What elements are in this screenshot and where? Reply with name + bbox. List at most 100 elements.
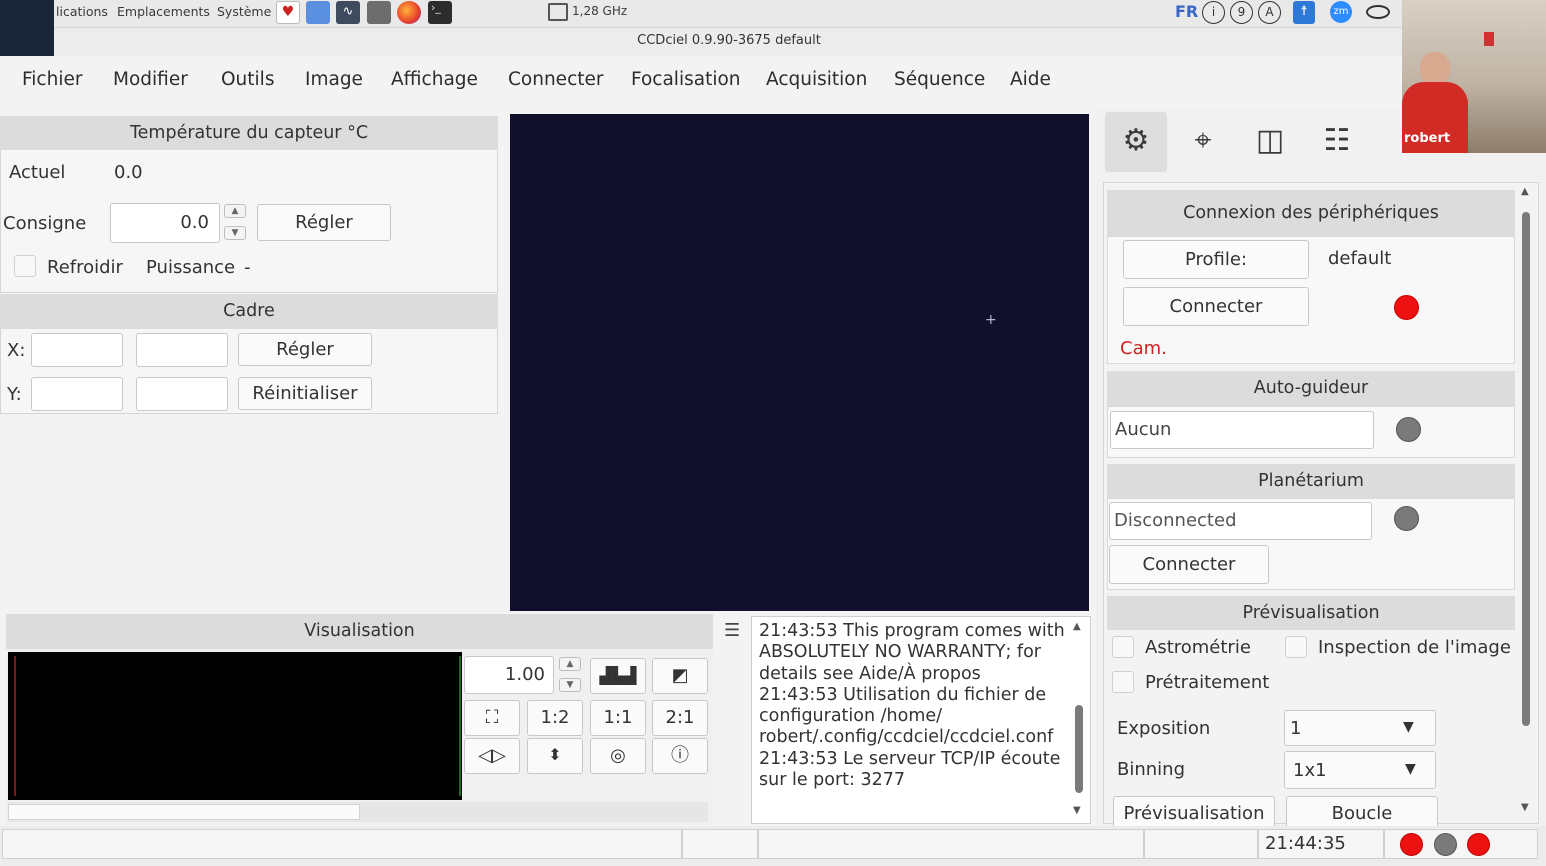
flip-vertical-icon[interactable]: ⬍ xyxy=(527,738,583,774)
binning-value: 1x1 xyxy=(1293,760,1327,781)
menu-view[interactable]: Affichage xyxy=(391,69,478,90)
gamma-up-button[interactable]: ▲ xyxy=(559,657,581,671)
power-value: - xyxy=(244,257,251,278)
cool-checkbox[interactable] xyxy=(14,255,36,277)
exposure-dropdown-icon[interactable]: ▼ xyxy=(1403,719,1414,735)
workspace-icon[interactable] xyxy=(306,1,330,24)
zoom-half-button[interactable]: 1:2 xyxy=(527,700,583,736)
zoom-one-button[interactable]: 1:1 xyxy=(590,700,646,736)
frame-width-input[interactable] xyxy=(136,333,228,367)
accessibility-icon[interactable]: ☨ xyxy=(1293,1,1315,24)
zoom-two-button[interactable]: 2:1 xyxy=(652,700,708,736)
places-menu[interactable]: Emplacements xyxy=(117,4,210,19)
planetarium-connect-button[interactable]: Connecter xyxy=(1109,545,1269,584)
menu-help[interactable]: Aide xyxy=(1010,69,1051,90)
settings-gear-icon[interactable]: ⚙ xyxy=(1105,112,1167,172)
visualisation-header: Visualisation xyxy=(6,614,713,649)
right-scroll-thumb[interactable] xyxy=(1522,212,1530,726)
binning-combo[interactable]: 1x1 ▼ xyxy=(1284,751,1436,789)
planetarium-select[interactable]: Disconnected xyxy=(1109,502,1372,540)
menu-acquisition[interactable]: Acquisition xyxy=(766,69,867,90)
menu-edit[interactable]: Modifier xyxy=(113,69,188,90)
frame-reset-button[interactable]: Réinitialiser xyxy=(238,377,372,410)
info-circle-icon[interactable]: i xyxy=(1202,1,1225,24)
profile-button[interactable]: Profile: xyxy=(1123,240,1309,279)
astrometry-checkbox[interactable] xyxy=(1112,636,1134,658)
menu-sequence[interactable]: Séquence xyxy=(894,69,985,90)
autoguider-select[interactable]: Aucun xyxy=(1110,411,1374,449)
setpoint-down-button[interactable]: ▼ xyxy=(224,226,246,240)
camera-icon[interactable]: ◫ xyxy=(1239,112,1301,172)
log-scrollbar[interactable]: ▲ ▼ xyxy=(1070,619,1088,821)
binning-label: Binning xyxy=(1117,759,1186,780)
gamma-down-button[interactable]: ▼ xyxy=(559,678,581,692)
setpoint-input[interactable]: 0.0 xyxy=(110,203,220,243)
target-icon[interactable]: ◎ xyxy=(590,738,646,774)
preview-button[interactable]: Prévisualisation xyxy=(1113,796,1275,826)
histogram-high-marker[interactable] xyxy=(459,656,461,796)
histogram-icon[interactable]: ▟▙▟ xyxy=(590,658,646,694)
frame-height-input[interactable] xyxy=(136,377,228,411)
menu-focus[interactable]: Focalisation xyxy=(631,69,741,90)
keyboard-layout[interactable]: FR xyxy=(1175,2,1198,21)
preview-header: Prévisualisation xyxy=(1107,596,1515,630)
setpoint-set-button[interactable]: Régler xyxy=(257,204,391,241)
menu-connect[interactable]: Connecter xyxy=(508,69,603,90)
menu-tools[interactable]: Outils xyxy=(221,69,274,90)
frame-header: Cadre xyxy=(0,294,498,329)
log-line: ABSOLUTELY NO WARRANTY; for xyxy=(759,642,1041,663)
histogram-low-marker[interactable] xyxy=(14,656,16,796)
system-menu[interactable]: Système xyxy=(217,4,271,19)
system-top-panel: lications Emplacements Système ♥ ∿ ›_ 1,… xyxy=(0,0,1546,28)
flip-horizontal-icon[interactable]: ◁▷ xyxy=(464,738,520,774)
applications-menu[interactable]: lications xyxy=(56,4,108,19)
right-panel-scrollbar[interactable]: ▲ ▼ xyxy=(1520,186,1534,820)
log-scroll-down-icon[interactable]: ▼ xyxy=(1073,805,1081,816)
log-scroll-up-icon[interactable]: ▲ xyxy=(1073,621,1081,632)
binning-dropdown-icon[interactable]: ▼ xyxy=(1405,761,1416,777)
inspection-checkbox[interactable] xyxy=(1285,636,1307,658)
number-circle-icon[interactable]: 9 xyxy=(1230,1,1253,24)
system-monitor-icon[interactable]: ∿ xyxy=(336,1,360,24)
log-menu-icon[interactable]: ☰ xyxy=(724,620,740,641)
info-icon[interactable]: ⓘ xyxy=(652,738,708,774)
files-icon[interactable] xyxy=(367,1,391,24)
exposure-combo[interactable]: 1 ▼ xyxy=(1284,710,1436,746)
menu-image[interactable]: Image xyxy=(305,69,363,90)
frame-x-input[interactable] xyxy=(31,333,123,367)
sequence-list-icon[interactable]: ☷ xyxy=(1306,112,1368,172)
log-line: 21:43:53 Le serveur TCP/IP écoute xyxy=(759,748,1061,769)
current-temp-label: Actuel xyxy=(9,162,66,183)
menu-file[interactable]: Fichier xyxy=(22,69,82,90)
preprocessing-label: Prétraitement xyxy=(1145,672,1270,693)
histogram-scroll-thumb[interactable] xyxy=(8,804,360,820)
image-canvas[interactable]: + xyxy=(510,114,1089,611)
setpoint-up-button[interactable]: ▲ xyxy=(224,204,246,218)
connect-devices-button[interactable]: Connecter xyxy=(1123,287,1309,326)
invert-icon[interactable]: ◩ xyxy=(652,658,708,694)
cam-status-label: Cam. xyxy=(1120,338,1167,359)
terminal-icon[interactable]: ›_ xyxy=(428,1,452,24)
histogram-view[interactable] xyxy=(8,652,462,800)
loop-button[interactable]: Boucle xyxy=(1286,796,1438,826)
gamma-input[interactable]: 1.00 xyxy=(464,656,554,694)
log-panel: 21:43:53 This program comes with ABSOLUT… xyxy=(751,616,1091,824)
status-field-3 xyxy=(758,829,1144,859)
zoom-fit-icon[interactable]: ⛶ xyxy=(464,700,520,736)
letter-circle-icon[interactable]: A xyxy=(1258,1,1281,24)
setpoint-label: Consigne xyxy=(3,213,87,234)
histogram-scrollbar[interactable] xyxy=(8,802,708,822)
planetarium-status-indicator xyxy=(1394,506,1419,531)
firefox-icon[interactable] xyxy=(397,1,421,24)
heart-icon[interactable]: ♥ xyxy=(276,1,300,24)
power-label: Puissance xyxy=(146,257,236,278)
preprocessing-checkbox[interactable] xyxy=(1112,671,1134,693)
focus-crosshair-icon[interactable]: ⌖ xyxy=(1172,112,1234,172)
zoom-icon[interactable]: zm xyxy=(1330,1,1352,23)
right-scroll-down-icon[interactable]: ▼ xyxy=(1521,802,1529,813)
frame-y-input[interactable] xyxy=(31,377,123,411)
frame-set-button[interactable]: Régler xyxy=(238,333,372,366)
nvidia-icon[interactable] xyxy=(1366,5,1390,19)
log-scroll-thumb[interactable] xyxy=(1075,705,1083,793)
right-scroll-up-icon[interactable]: ▲ xyxy=(1521,186,1529,197)
